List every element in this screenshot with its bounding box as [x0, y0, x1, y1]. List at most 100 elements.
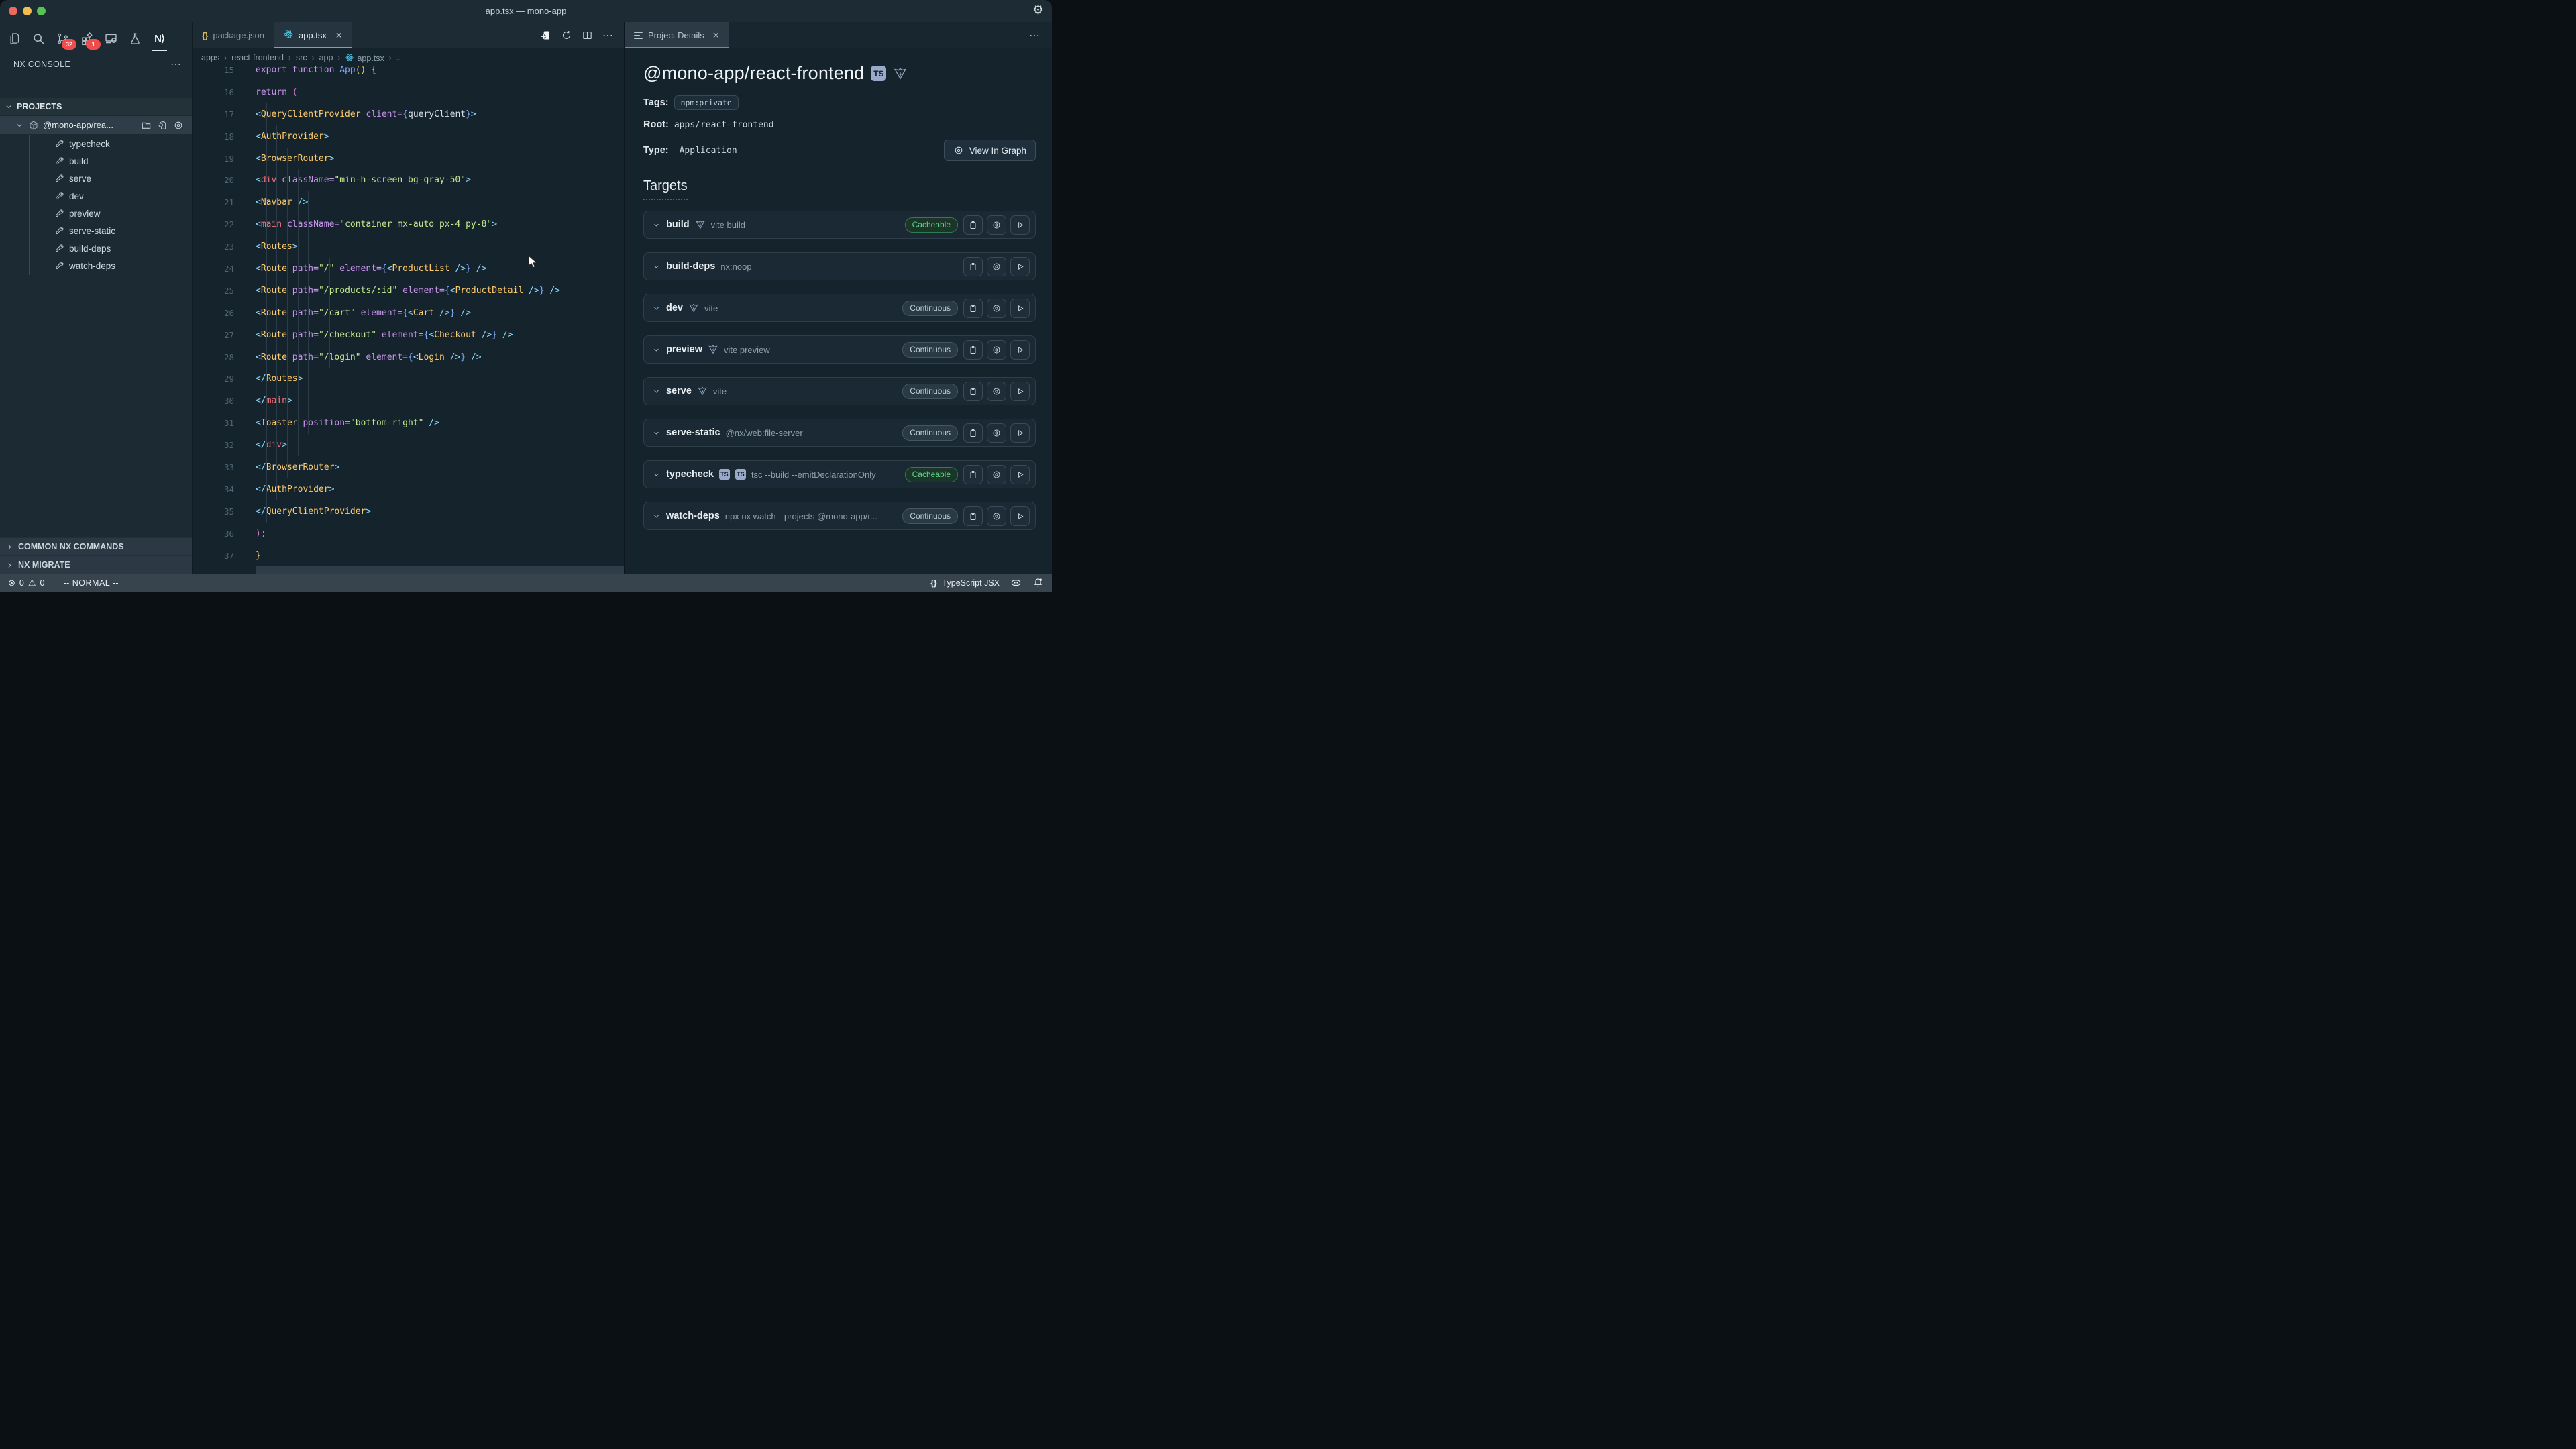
target-card-typecheck[interactable]: typecheckTSTStsc --build --emitDeclarati… [643, 460, 1036, 488]
code-line-36[interactable]: 36 ); [193, 523, 624, 545]
target-card-build[interactable]: buildvite buildCacheable [643, 211, 1036, 239]
copy-task-button[interactable] [963, 382, 983, 401]
code-line-16[interactable]: 16 return ( [193, 81, 624, 103]
run-target-button[interactable] [1010, 340, 1030, 360]
panel-more-actions-icon[interactable]: ⋯ [1029, 29, 1052, 42]
code-line-32[interactable]: 32 </div> [193, 434, 624, 456]
copy-task-button[interactable] [963, 299, 983, 318]
view-in-graph-button[interactable]: View In Graph [944, 140, 1036, 161]
run-target-button[interactable] [1010, 465, 1030, 484]
code-line-15[interactable]: 15export function App() { [193, 59, 624, 81]
focus-target-button[interactable] [987, 299, 1006, 318]
target-card-serve[interactable]: serveviteContinuous [643, 377, 1036, 405]
focus-target-button[interactable] [987, 340, 1006, 360]
run-target-button[interactable] [1010, 257, 1030, 276]
code-line-31[interactable]: 31 <Toaster position="bottom-right" /> [193, 412, 624, 434]
target-card-build-deps[interactable]: build-depsnx:noop [643, 252, 1036, 280]
errors-icon[interactable]: ⊗ [8, 578, 15, 588]
line-number: 29 [193, 374, 234, 384]
run-target-button[interactable] [1010, 382, 1030, 401]
copy-task-button[interactable] [963, 465, 983, 484]
line-text: export function App() { [256, 59, 624, 81]
code-area[interactable]: 15export function App() {16 return (17 <… [193, 59, 624, 574]
more-actions-icon[interactable]: ⋯ [602, 29, 614, 42]
sidebar-task-preview[interactable]: preview [0, 205, 192, 222]
code-line-23[interactable]: 23 <Routes> [193, 235, 624, 258]
open-project-details-icon[interactable] [540, 30, 551, 41]
language-indicator[interactable]: TypeScript JSX [943, 578, 1000, 588]
run-target-button[interactable] [1010, 506, 1030, 526]
notifications-bell-icon[interactable] [1032, 577, 1044, 588]
focus-target-button[interactable] [987, 257, 1006, 276]
split-editor-icon[interactable] [582, 30, 593, 41]
target-icon[interactable] [173, 120, 184, 131]
copy-task-button[interactable] [963, 340, 983, 360]
typescript-badge-icon: TS [871, 66, 886, 81]
code-line-25[interactable]: 25 <Route path="/products/:id" element={… [193, 280, 624, 302]
code-line-38[interactable] [193, 566, 624, 574]
projects-section-header[interactable]: PROJECTS [0, 98, 192, 115]
code-line-19[interactable]: 19 <BrowserRouter> [193, 148, 624, 170]
focus-target-button[interactable] [987, 423, 1006, 443]
focus-target-button[interactable] [987, 215, 1006, 235]
sidebar-project-row[interactable]: @mono-app/rea... [0, 116, 192, 134]
sidebar-task-build-deps[interactable]: build-deps [0, 239, 192, 257]
activity-nx-console-icon[interactable]: N⟩ [150, 28, 168, 48]
focus-target-button[interactable] [987, 382, 1006, 401]
code-line-28[interactable]: 28 <Route path="/login" element={<Login … [193, 346, 624, 368]
code-line-18[interactable]: 18 <AuthProvider> [193, 125, 624, 148]
copy-task-button[interactable] [963, 257, 983, 276]
run-target-button[interactable] [1010, 299, 1030, 318]
code-line-29[interactable]: 29 </Routes> [193, 368, 624, 390]
sidebar-section-common-nx-commands[interactable]: COMMON NX COMMANDS [0, 537, 192, 555]
activity-remote-explorer-icon[interactable] [102, 28, 120, 48]
run-target-button[interactable] [1010, 215, 1030, 235]
code-line-35[interactable]: 35 </QueryClientProvider> [193, 500, 624, 523]
copy-task-button[interactable] [963, 215, 983, 235]
run-target-button[interactable] [1010, 423, 1030, 443]
tab-project-details[interactable]: Project Details ✕ [625, 22, 729, 48]
sidebar-section-nx-migrate[interactable]: NX MIGRATE [0, 555, 192, 574]
settings-gear-icon[interactable]: ⚙ [1032, 3, 1044, 18]
code-line-24[interactable]: 24 <Route path="/" element={<ProductList… [193, 258, 624, 280]
code-line-37[interactable]: 37} [193, 545, 624, 567]
tab-package-json[interactable]: {} package.json [193, 22, 274, 48]
code-line-20[interactable]: 20 <div className="min-h-screen bg-gray-… [193, 169, 624, 191]
refresh-file-icon[interactable] [157, 120, 168, 131]
sidebar-task-serve[interactable]: serve [0, 170, 192, 187]
refresh-icon[interactable] [561, 30, 572, 41]
target-card-dev[interactable]: devviteContinuous [643, 294, 1036, 322]
target-card-serve-static[interactable]: serve-static@nx/web:file-serverContinuou… [643, 419, 1036, 447]
activity-search-icon[interactable] [30, 28, 48, 48]
tab-app-tsx[interactable]: app.tsx ✕ [274, 22, 352, 48]
activity-extensions-icon[interactable]: 1 [78, 28, 96, 48]
sidebar-task-watch-deps[interactable]: watch-deps [0, 257, 192, 274]
code-line-30[interactable]: 30 </main> [193, 390, 624, 412]
sidebar-task-serve-static[interactable]: serve-static [0, 222, 192, 239]
code-line-22[interactable]: 22 <main className="container mx-auto px… [193, 213, 624, 235]
code-line-17[interactable]: 17 <QueryClientProvider client={queryCli… [193, 103, 624, 125]
sidebar-task-typecheck[interactable]: typecheck [0, 135, 192, 152]
sidebar-task-dev[interactable]: dev [0, 187, 192, 205]
copilot-icon[interactable] [1010, 577, 1022, 588]
close-tab-icon[interactable]: ✕ [712, 30, 720, 41]
folder-icon[interactable] [141, 120, 152, 131]
copy-task-button[interactable] [963, 506, 983, 526]
copy-task-button[interactable] [963, 423, 983, 443]
target-card-watch-deps[interactable]: watch-depsnpx nx watch --projects @mono-… [643, 502, 1036, 530]
focus-target-button[interactable] [987, 465, 1006, 484]
code-line-27[interactable]: 27 <Route path="/checkout" element={<Che… [193, 324, 624, 346]
close-tab-icon[interactable]: ✕ [335, 30, 343, 41]
code-line-26[interactable]: 26 <Route path="/cart" element={<Cart />… [193, 302, 624, 324]
focus-target-button[interactable] [987, 506, 1006, 526]
warnings-icon[interactable]: ⚠ [28, 578, 36, 588]
sidebar-more-actions-icon[interactable]: ⋯ [170, 58, 182, 71]
target-card-preview[interactable]: previewvite previewContinuous [643, 335, 1036, 364]
activity-testing-icon[interactable] [126, 28, 144, 48]
sidebar-task-build[interactable]: build [0, 152, 192, 170]
code-line-34[interactable]: 34 </AuthProvider> [193, 478, 624, 500]
activity-files-icon[interactable] [5, 28, 23, 48]
activity-source-control-icon[interactable]: 32 [54, 28, 72, 48]
code-line-33[interactable]: 33 </BrowserRouter> [193, 456, 624, 478]
code-line-21[interactable]: 21 <Navbar /> [193, 191, 624, 213]
